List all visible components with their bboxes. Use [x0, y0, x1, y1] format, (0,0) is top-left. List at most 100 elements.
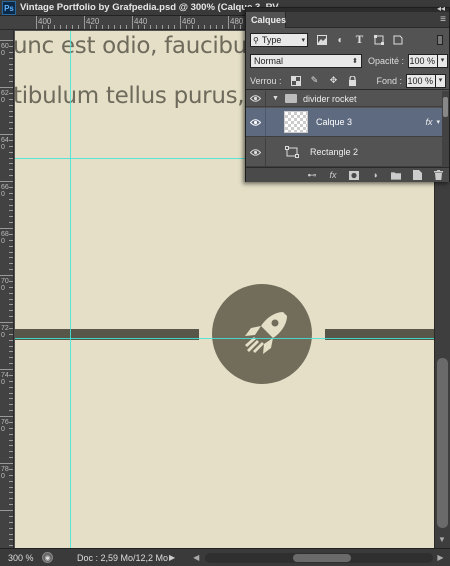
zoom-level-field[interactable]: 300 %	[8, 553, 38, 563]
ruler-minor-tick	[9, 504, 13, 506]
vertical-ruler[interactable]: 600 620 640 660 680 700 720 740 760 780	[0, 30, 14, 548]
shape-filter-icon[interactable]	[373, 35, 384, 46]
scroll-left-arrow-icon[interactable]: ◀	[193, 553, 199, 562]
image-filter-icon[interactable]	[316, 35, 327, 46]
blend-mode-value: Normal	[254, 56, 284, 66]
new-group-icon[interactable]	[391, 170, 401, 180]
ruler-minor-tick	[9, 263, 13, 265]
horizontal-scrollbar-thumb[interactable]	[293, 553, 352, 562]
horizontal-scrollbar[interactable]	[205, 552, 434, 563]
link-layers-icon[interactable]: ⊷	[307, 170, 317, 180]
ruler-minor-tick	[42, 25, 43, 29]
fill-field[interactable]: 100 %	[406, 73, 436, 88]
vertical-scrollbar-thumb[interactable]	[437, 358, 448, 528]
lock-position-icon[interactable]: ✥	[329, 75, 339, 86]
ruler-major-tick	[0, 87, 13, 88]
add-mask-icon[interactable]	[349, 170, 359, 180]
new-adjustment-icon[interactable]: ◑	[370, 170, 380, 180]
layer-group-divider-rocket[interactable]: ▼ divider rocket	[246, 91, 442, 107]
layer-name: Rectangle 2	[310, 147, 359, 157]
lock-transparency-icon[interactable]	[290, 75, 301, 86]
ruler-label: 640	[1, 137, 9, 151]
ruler-minor-tick	[9, 468, 13, 470]
panel-menu-icon[interactable]: ≡	[440, 15, 446, 25]
ruler-label: 720	[1, 325, 9, 339]
fx-icon[interactable]: fx	[425, 117, 432, 127]
ruler-minor-tick	[162, 25, 163, 29]
ruler-minor-tick	[9, 427, 13, 429]
scroll-down-arrow-icon[interactable]: ▼	[438, 535, 446, 544]
filter-toggle-switch[interactable]	[437, 35, 443, 45]
ruler-minor-tick	[9, 245, 13, 247]
ruler-minor-tick	[9, 316, 13, 318]
expand-arrow-icon[interactable]: ▼	[272, 95, 279, 102]
ruler-minor-tick	[114, 25, 115, 29]
ruler-label: 400	[38, 17, 52, 26]
ruler-label: 620	[1, 90, 9, 104]
blend-mode-select[interactable]: Normal ⬍	[250, 54, 362, 68]
ruler-minor-tick	[9, 392, 13, 394]
visibility-eye-icon[interactable]	[246, 108, 266, 136]
visibility-eye-icon[interactable]	[246, 91, 266, 106]
ruler-minor-tick	[168, 25, 169, 29]
ruler-minor-tick	[9, 310, 13, 312]
layer-calque-3[interactable]: Calque 3 fx ▾	[246, 108, 442, 137]
ruler-minor-tick	[9, 357, 13, 359]
ruler-minor-tick	[9, 421, 13, 423]
ruler-label: 780	[1, 466, 9, 480]
ruler-minor-tick	[9, 151, 13, 153]
add-style-icon[interactable]: fx	[328, 170, 338, 180]
ruler-minor-tick	[9, 410, 13, 412]
ruler-minor-tick	[9, 533, 13, 535]
ruler-major-tick	[84, 16, 85, 29]
ruler-minor-tick	[9, 433, 13, 435]
ruler-minor-tick	[9, 480, 13, 482]
ruler-minor-tick	[9, 445, 13, 447]
ruler-minor-tick	[9, 280, 13, 282]
canvas-body-text-line-2: tibulum tellus purus,	[15, 83, 245, 109]
document-title: Vintage Portfolio by Grafpedia.psd @ 300…	[20, 2, 279, 13]
vertical-guide[interactable]	[70, 31, 71, 548]
ruler-minor-tick	[9, 98, 13, 100]
ruler-minor-tick	[108, 25, 109, 29]
tab-layers[interactable]: Calques	[246, 12, 286, 28]
smart-object-filter-icon[interactable]	[392, 35, 403, 46]
ruler-minor-tick	[9, 298, 13, 300]
layer-rectangle-2[interactable]: Rectangle 2	[246, 138, 442, 167]
new-layer-icon[interactable]	[412, 170, 422, 180]
ruler-label: 740	[1, 372, 9, 386]
ruler-minor-tick	[9, 51, 13, 53]
visibility-eye-icon[interactable]	[246, 138, 266, 166]
lock-paint-icon[interactable]: ✎	[310, 75, 320, 86]
status-menu-arrow-icon[interactable]: ▶	[169, 553, 175, 562]
opacity-dropdown-icon[interactable]: ▾	[438, 54, 449, 68]
ruler-label: 420	[86, 17, 100, 26]
ruler-major-tick	[0, 181, 13, 182]
lock-label: Verrou :	[250, 75, 282, 86]
lock-all-icon[interactable]	[348, 75, 358, 86]
layers-scrollbar-thumb[interactable]	[443, 97, 448, 117]
horizontal-guide[interactable]	[15, 338, 434, 339]
ruler-minor-tick	[9, 192, 13, 194]
ruler-label: 700	[1, 278, 9, 292]
scroll-right-arrow-icon[interactable]: ▶	[437, 553, 443, 562]
ruler-minor-tick	[90, 25, 91, 29]
layers-scrollbar[interactable]	[442, 91, 449, 167]
document-size-info: Doc : 2,59 Mo/12,2 Mo	[77, 552, 169, 563]
ruler-minor-tick	[174, 25, 175, 29]
ruler-minor-tick	[9, 545, 13, 547]
fill-dropdown-icon[interactable]: ▾	[436, 73, 446, 88]
effects-expand-icon[interactable]: ▾	[436, 118, 440, 126]
text-filter-icon[interactable]: T	[354, 35, 365, 46]
shape-layer-icon	[284, 145, 300, 159]
opacity-field[interactable]: 100 %	[408, 54, 439, 68]
delete-layer-icon[interactable]	[433, 170, 443, 180]
adjustment-filter-icon[interactable]: ◐	[335, 35, 346, 46]
status-info-icon[interactable]: ◉	[42, 552, 53, 563]
ruler-minor-tick	[222, 25, 223, 29]
filter-type-select[interactable]: ⚲ Type ▾	[250, 33, 308, 47]
ruler-major-tick	[0, 134, 13, 135]
ruler-minor-tick	[9, 163, 13, 165]
ruler-label: 460	[182, 17, 196, 26]
ruler-minor-tick	[9, 380, 13, 382]
